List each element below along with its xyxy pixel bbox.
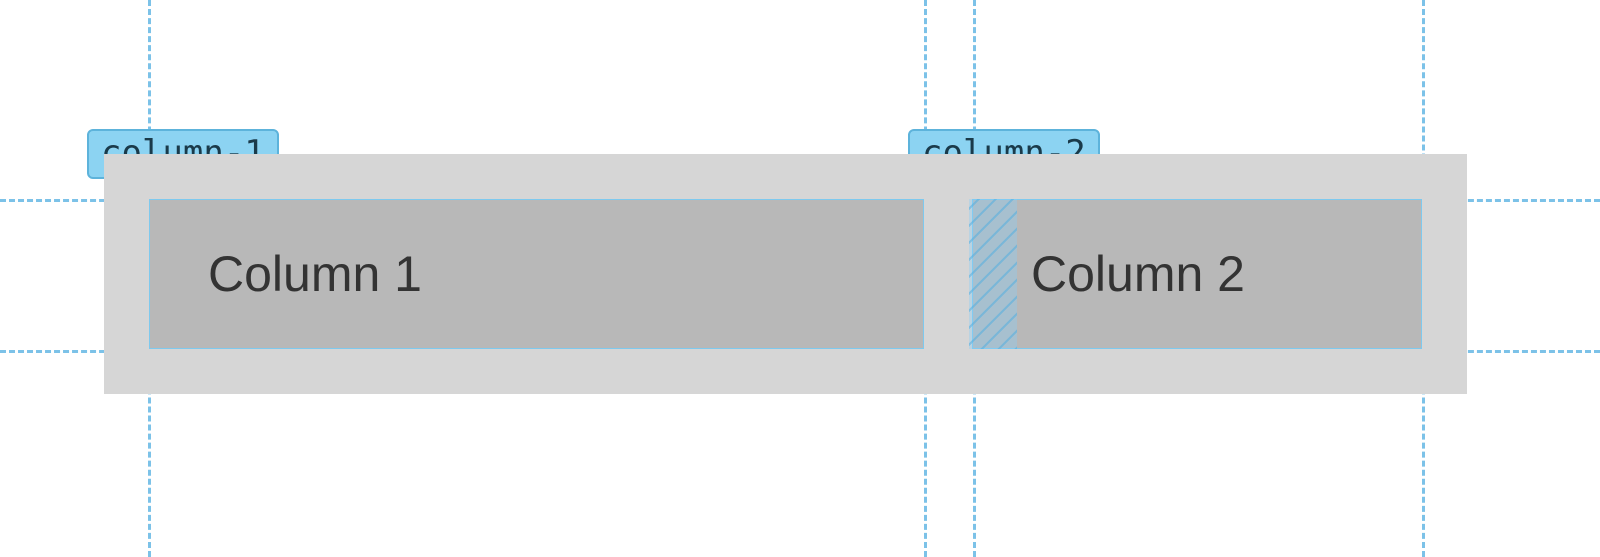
column-gap-overlay (969, 199, 1017, 349)
column-1-text: Column 1 (208, 245, 422, 303)
grid-container: Column 1 Column 2 (104, 154, 1467, 394)
column-2-text: Column 2 (1031, 245, 1245, 303)
column-2: Column 2 (972, 199, 1422, 349)
grid-row: Column 1 Column 2 (149, 199, 1422, 349)
column-1: Column 1 (149, 199, 924, 349)
